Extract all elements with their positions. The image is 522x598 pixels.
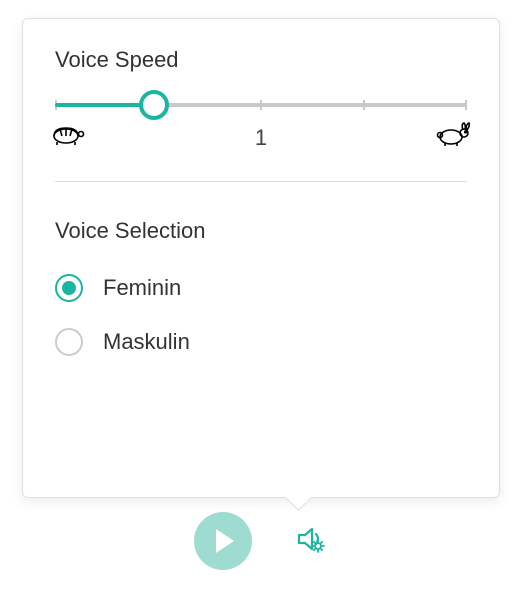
voice-settings-panel: Voice Speed 1: [22, 18, 500, 498]
rabbit-icon: [433, 121, 473, 152]
divider: [55, 181, 467, 182]
voice-speed-title: Voice Speed: [55, 47, 467, 73]
voice-selection-title: Voice Selection: [55, 218, 467, 244]
turtle-icon: [49, 121, 85, 152]
radio-label: Maskulin: [103, 329, 190, 355]
radio-option-maskulin[interactable]: Maskulin: [55, 328, 467, 356]
voice-speed-slider[interactable]: [55, 103, 467, 107]
bottom-toolbar: [0, 512, 522, 570]
voice-speed-value: 1: [255, 125, 267, 151]
slider-thumb[interactable]: [139, 90, 169, 120]
play-button[interactable]: [194, 512, 252, 570]
speaker-gear-icon: [294, 522, 328, 556]
radio-circle: [55, 328, 83, 356]
radio-label: Feminin: [103, 275, 181, 301]
voice-settings-button[interactable]: [294, 522, 328, 561]
play-icon: [216, 529, 234, 553]
radio-circle: [55, 274, 83, 302]
voice-selection-group: Feminin Maskulin: [55, 274, 467, 356]
radio-option-feminin[interactable]: Feminin: [55, 274, 467, 302]
radio-dot: [62, 281, 76, 295]
slider-track: [55, 103, 467, 107]
